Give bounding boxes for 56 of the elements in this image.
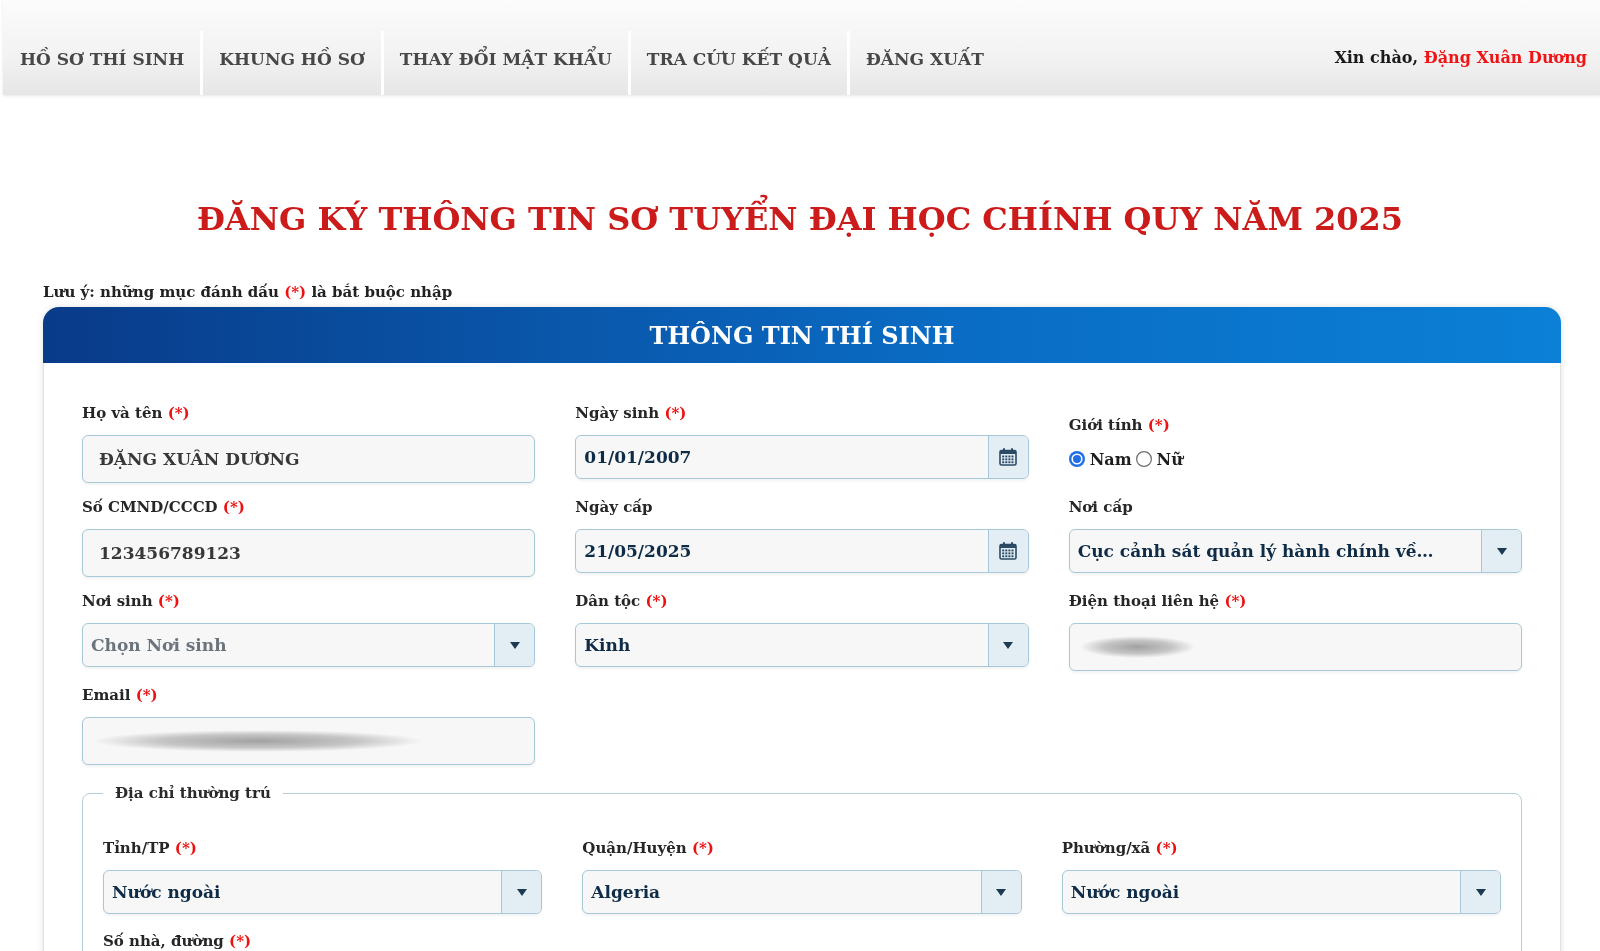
text-field[interactable]: ĐẶNG XUÂN DƯƠNG — [82, 435, 536, 483]
calendar-button[interactable] — [987, 436, 1028, 478]
select-field[interactable]: Nước ngoài — [1061, 870, 1501, 914]
field-label: Email (*) — [82, 685, 158, 706]
nav-link[interactable]: TRA CỨU KẾT QUẢ — [630, 31, 850, 95]
dropdown-button[interactable] — [1460, 871, 1500, 913]
field-label: Điện thoại liên hệ (*) — [1068, 591, 1247, 612]
field-label: Giới tính (*) — [1068, 415, 1170, 436]
field-label: Quận/Huyện (*) — [582, 838, 714, 859]
field-label: Nơi cấp — [1068, 497, 1133, 518]
nav-link[interactable]: HỒ SƠ THÍ SINH — [3, 31, 204, 95]
field-label: Ngày cấp — [575, 497, 653, 518]
radio-button[interactable] — [1135, 451, 1152, 467]
date-field[interactable]: 21/05/2025 — [575, 529, 1029, 573]
caret-icon — [1496, 547, 1507, 555]
greeting-text: Xin chào, Đặng Xuân Dương — [1334, 48, 1588, 69]
page-title: ĐĂNG KÝ THÔNG TIN SƠ TUYỂN ĐẠI HỌC CHÍNH QUY NĂM 2025 — [196, 191, 1404, 247]
dropdown-button[interactable] — [494, 624, 535, 666]
calendar-icon — [999, 448, 1018, 466]
field-label: Họ và tên (*) — [82, 403, 190, 424]
text-field[interactable] — [82, 717, 536, 765]
select-field[interactable]: Chọn Nơi sinh — [82, 623, 536, 667]
caret-icon — [1003, 641, 1014, 649]
calendar-icon — [999, 542, 1018, 560]
calendar-button[interactable] — [987, 530, 1028, 572]
select-field[interactable]: Nước ngoài — [103, 870, 543, 914]
dropdown-button[interactable] — [987, 624, 1028, 666]
radio-label: Nữ — [1156, 449, 1183, 469]
field-label: Số nhà, đường (*) — [103, 931, 252, 951]
radio-button[interactable] — [1068, 451, 1085, 467]
text-field[interactable] — [1068, 623, 1522, 671]
field-label: Phường/xã (*) — [1061, 838, 1178, 859]
nav-link[interactable]: KHUNG HỒ SƠ — [203, 31, 384, 95]
radio-label: Nam — [1089, 449, 1132, 469]
select-field[interactable]: Algeria — [582, 870, 1022, 914]
dropdown-button[interactable] — [980, 871, 1021, 913]
caret-icon — [1475, 888, 1486, 896]
field-label: Ngày sinh (*) — [575, 403, 687, 424]
caret-icon — [516, 888, 527, 896]
text-field[interactable]: 123456789123 — [82, 529, 536, 577]
nav-link[interactable]: ĐĂNG XUẤT — [849, 31, 1000, 95]
field-label: Số CMND/CCCD (*) — [82, 497, 245, 518]
dropdown-button[interactable] — [501, 871, 542, 913]
field-label: Dân tộc (*) — [575, 591, 668, 612]
caret-icon — [996, 888, 1007, 896]
date-field[interactable]: 01/01/2007 — [575, 435, 1029, 479]
required-note: Lưu ý: những mục đánh dấu (*) là bắt buộc nhập — [43, 282, 453, 302]
field-label: Tỉnh/TP (*) — [103, 838, 197, 859]
fieldset-legend: Địa chỉ thường trú — [103, 782, 283, 804]
nav-link[interactable]: THAY ĐỔI MẬT KHẨU — [383, 31, 631, 95]
caret-icon — [509, 641, 520, 649]
select-field[interactable]: Kinh — [575, 623, 1029, 667]
field-label: Nơi sinh (*) — [82, 591, 180, 612]
section-header: THÔNG TIN THÍ SINH — [43, 307, 1561, 363]
dropdown-button[interactable] — [1481, 530, 1521, 572]
select-field[interactable]: Cục cảnh sát quản lý hành chính về… — [1068, 529, 1522, 573]
